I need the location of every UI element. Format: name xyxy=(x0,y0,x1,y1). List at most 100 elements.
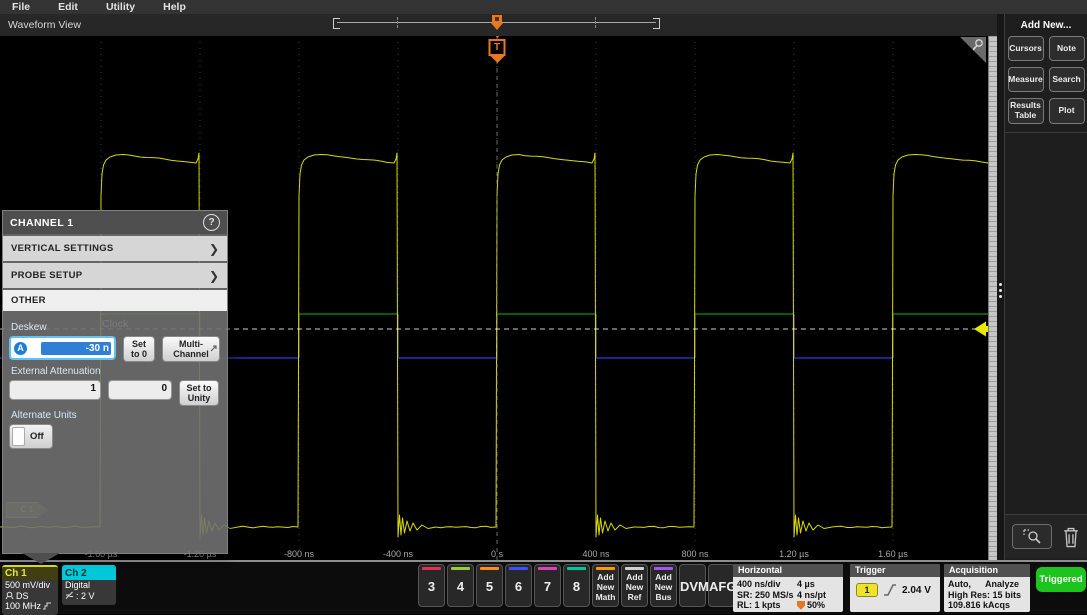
horizontal-value: 4 ns/pt xyxy=(797,590,839,601)
channel-3-button[interactable]: 3 xyxy=(418,564,445,607)
alternate-units-toggle[interactable]: Off xyxy=(9,424,53,449)
attenuation-input-1[interactable]: 1 xyxy=(9,380,101,400)
ch2-mode: Digital xyxy=(62,580,116,591)
channel-5-button[interactable]: 5 xyxy=(476,564,503,607)
trigger-level-value: 2.04 V xyxy=(902,585,931,596)
dvm-button[interactable]: DVM xyxy=(679,564,706,607)
menu-bar: File Edit Utility Help xyxy=(0,0,1087,14)
afg-button[interactable]: AFG xyxy=(708,564,735,607)
channel-color-bar xyxy=(625,567,644,570)
channel-color-bar xyxy=(596,567,615,570)
acquisition-body: Auto, Analyze High Res: 15 bits 109.816 … xyxy=(944,577,1030,612)
button-label: AddNewMath xyxy=(593,572,618,602)
menu-help[interactable]: Help xyxy=(163,1,186,13)
trigger-arrow-icon xyxy=(491,36,503,38)
waveform-view-title: Waveform View xyxy=(8,19,81,31)
channel-4-button[interactable]: 4 xyxy=(447,564,474,607)
multi-channel-button[interactable]: Multi- Channel xyxy=(162,336,220,362)
acq-analyze: Analyze xyxy=(985,579,1019,590)
section-other[interactable]: OTHER xyxy=(3,290,227,311)
channel-6-button[interactable]: 6 xyxy=(505,564,532,607)
add-new-ref-button[interactable]: AddNewRef xyxy=(621,564,648,607)
button-label: to 0 xyxy=(124,349,154,359)
ch2-badge[interactable]: Ch 2 Digital : 2 V xyxy=(62,565,116,605)
zoom-tool-button[interactable] xyxy=(1012,524,1052,549)
set-to-zero-button[interactable]: Set to 0 xyxy=(123,336,155,362)
horizontal-panel[interactable]: Horizontal 400 ns/div4 µsSR: 250 MS/s4 n… xyxy=(733,564,843,612)
ch2-threshold: : 2 V xyxy=(76,591,95,602)
channel-color-bar xyxy=(538,567,557,570)
button-label: 6 xyxy=(506,579,531,594)
section-vertical-settings[interactable]: VERTICAL SETTINGS ❯ xyxy=(3,236,227,261)
menu-edit[interactable]: Edit xyxy=(58,1,78,13)
ruler-divider xyxy=(397,17,398,28)
dialog-title: CHANNEL 1 xyxy=(10,217,74,229)
set-to-unity-button[interactable]: Set to Unity xyxy=(179,380,219,406)
button-label: Set xyxy=(124,339,154,349)
channel-7-button[interactable]: 7 xyxy=(534,564,561,607)
add-new-bus-button[interactable]: AddNewBus xyxy=(650,564,677,607)
axis-tick-label: 400 ns xyxy=(582,549,609,559)
deskew-input[interactable]: A -30 n xyxy=(9,336,116,360)
acq-count: 109.816 kAcqs xyxy=(948,600,1026,611)
channel-color-bar xyxy=(451,567,470,570)
trigger-position-marker-icon[interactable] xyxy=(491,15,503,30)
axis-tick-label: -400 ns xyxy=(383,549,413,559)
trash-button[interactable] xyxy=(1062,525,1080,549)
add-new-heading: Add New... xyxy=(1005,20,1087,31)
horizontal-value: 50% xyxy=(797,600,839,611)
ruler-right-bracket[interactable] xyxy=(653,18,660,29)
button-label: 4 xyxy=(448,579,473,594)
axis-tick-label: 1.20 µs xyxy=(779,549,809,559)
panel-collapse-handle[interactable] xyxy=(22,553,60,564)
timebase-overview-ruler[interactable] xyxy=(333,16,660,30)
trigger-flag[interactable]: T xyxy=(489,36,506,63)
horizontal-value: RL: 1 kpts xyxy=(737,600,797,611)
trash-icon xyxy=(1062,525,1080,549)
channel-color-bar xyxy=(567,567,586,570)
sidebar-button-cursors[interactable]: Cursors xyxy=(1008,36,1044,61)
acq-resolution: High Res: 15 bits xyxy=(948,590,1026,601)
ch1-probe: DS xyxy=(16,591,29,602)
toggle-state-label: Off xyxy=(30,431,44,442)
button-label: 5 xyxy=(477,579,502,594)
ch2-header: Ch 2 xyxy=(62,567,116,580)
panel-divider[interactable] xyxy=(997,14,1004,560)
knob-a-icon: A xyxy=(14,342,27,355)
button-label: AddNewRef xyxy=(622,572,647,602)
sidebar-button-measure[interactable]: Measure xyxy=(1008,67,1044,92)
trigger-position-arrow xyxy=(491,23,503,30)
trigger-level-arrow-icon[interactable] xyxy=(974,322,988,337)
sidebar-button-plot[interactable]: Plot xyxy=(1049,98,1085,124)
ch1-header: Ch 1 xyxy=(2,567,58,580)
bandwidth-limit-icon xyxy=(43,602,51,610)
ch1-badge[interactable]: Ch 1 500 mV/div DS 100 MHz xyxy=(2,565,58,615)
ch1-scale: 500 mV/div xyxy=(2,580,58,591)
dialog-titlebar[interactable]: CHANNEL 1 ? xyxy=(3,211,227,234)
sidebar-button-note[interactable]: Note xyxy=(1049,36,1085,61)
acquisition-panel[interactable]: Acquisition Auto, Analyze High Res: 15 b… xyxy=(944,564,1030,612)
section-label: PROBE SETUP xyxy=(11,270,82,281)
ruler-left-bracket[interactable] xyxy=(333,18,340,29)
add-new-math-button[interactable]: AddNewMath xyxy=(592,564,619,607)
button-label: 8 xyxy=(564,579,589,594)
horizontal-body: 400 ns/div4 µsSR: 250 MS/s4 ns/ptRL: 1 k… xyxy=(733,577,843,612)
menu-utility[interactable]: Utility xyxy=(106,1,135,13)
external-attenuation-label: External Attenuation xyxy=(11,366,221,377)
attenuation-input-2[interactable]: 0 xyxy=(108,380,172,400)
section-probe-setup[interactable]: PROBE SETUP ❯ xyxy=(3,263,227,288)
channel-8-button[interactable]: 8 xyxy=(563,564,590,607)
acq-mode: Auto, xyxy=(948,579,971,590)
add-new-sidebar: Add New... CursorsNoteMeasureSearchResul… xyxy=(1004,14,1087,560)
triggered-status-badge: Triggered xyxy=(1036,567,1086,592)
button-label: Unity xyxy=(180,393,218,403)
help-icon[interactable]: ? xyxy=(203,214,220,231)
sidebar-button-search[interactable]: Search xyxy=(1049,67,1085,92)
expand-corner-icon xyxy=(210,345,217,352)
axis-tick-label: 1.60 µs xyxy=(878,549,908,559)
trigger-panel[interactable]: Trigger 1 2.04 V xyxy=(850,564,940,612)
vertical-scale-ruler[interactable] xyxy=(988,36,997,560)
menu-file[interactable]: File xyxy=(12,1,30,13)
sidebar-button-results-table[interactable]: Results Table xyxy=(1008,98,1044,124)
divider-grip-icon xyxy=(999,283,1002,298)
